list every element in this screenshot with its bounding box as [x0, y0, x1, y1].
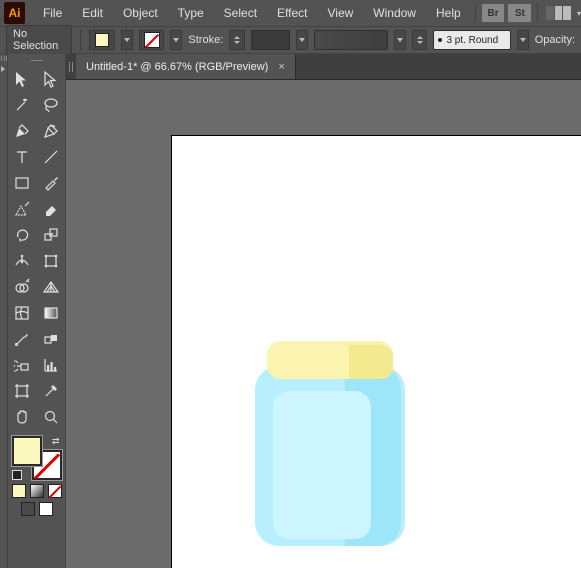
stroke-weight-stepper[interactable] — [229, 30, 244, 50]
color-mode-solid[interactable] — [12, 484, 26, 498]
brush-definition-field[interactable]: 3 pt. Round — [433, 30, 510, 50]
blend-tool[interactable] — [37, 326, 66, 352]
variable-width-dropdown[interactable] — [394, 30, 406, 50]
column-graph-tool[interactable] — [37, 352, 66, 378]
curvature-tool[interactable] — [37, 118, 66, 144]
work-area: ⇄ Untitled-1* @ 66.67% (RGB/Preview) × — [0, 54, 581, 568]
fill-stroke-control[interactable]: ⇄ — [12, 436, 62, 480]
selection-status: No Selection — [6, 25, 72, 55]
stroke-color-dropdown[interactable] — [170, 30, 182, 50]
close-tab-button[interactable]: × — [278, 61, 284, 73]
artboard — [172, 136, 581, 568]
artboard-tool[interactable] — [8, 378, 37, 404]
eraser-tool[interactable] — [37, 196, 66, 222]
document-area: Untitled-1* @ 66.67% (RGB/Preview) × — [66, 54, 581, 568]
swap-fill-stroke-icon[interactable]: ⇄ — [52, 436, 60, 447]
stroke-label: Stroke: — [188, 34, 223, 46]
stroke-swatch-button[interactable] — [139, 30, 165, 50]
stroke-weight-field[interactable] — [251, 30, 290, 50]
line-segment-tool[interactable] — [37, 144, 66, 170]
document-tab[interactable]: Untitled-1* @ 66.67% (RGB/Preview) × — [76, 54, 296, 79]
rectangle-tool[interactable] — [8, 170, 37, 196]
lasso-tool[interactable] — [37, 92, 66, 118]
panel-collapse-strip[interactable] — [0, 54, 8, 568]
selection-tool[interactable] — [8, 66, 37, 92]
menu-view[interactable]: View — [318, 2, 364, 24]
menu-select[interactable]: Select — [214, 2, 267, 24]
app-logo: Ai — [4, 2, 25, 24]
stock-button[interactable]: St — [508, 4, 531, 22]
paintbrush-tool[interactable] — [37, 170, 66, 196]
brush-dropdown[interactable] — [517, 30, 529, 50]
workspace-layout-toggle[interactable] — [546, 6, 571, 20]
fill-color-large[interactable] — [12, 436, 42, 466]
screen-mode-row — [8, 502, 65, 516]
jar-artwork — [255, 341, 405, 546]
mesh-tool[interactable] — [8, 300, 37, 326]
symbol-sprayer-tool[interactable] — [8, 352, 37, 378]
zoom-tool[interactable] — [37, 404, 66, 430]
toolbox: ⇄ — [8, 54, 66, 568]
options-bar: No Selection Stroke: 3 pt. Round Opacity… — [0, 26, 581, 54]
hand-tool[interactable] — [8, 404, 37, 430]
free-transform-tool[interactable] — [37, 248, 66, 274]
opacity-label: Opacity: — [535, 34, 575, 46]
shape-builder-tool[interactable] — [8, 274, 37, 300]
menu-bar: Ai File Edit Object Type Select Effect V… — [0, 0, 581, 26]
color-mode-row — [8, 484, 65, 498]
bridge-button[interactable]: Br — [482, 4, 505, 22]
toolbox-grip[interactable] — [8, 54, 65, 66]
gradient-tool[interactable] — [37, 300, 66, 326]
draw-mode-normal[interactable] — [21, 502, 35, 516]
perspective-grid-tool[interactable] — [37, 274, 66, 300]
tab-strip: Untitled-1* @ 66.67% (RGB/Preview) × — [66, 54, 581, 80]
menu-file[interactable]: File — [33, 2, 72, 24]
fill-color-icon — [95, 33, 109, 47]
eyedropper-tool[interactable] — [8, 326, 37, 352]
no-stroke-icon — [144, 32, 160, 48]
magic-wand-tool[interactable] — [8, 92, 37, 118]
pen-tool[interactable] — [8, 118, 37, 144]
menu-window[interactable]: Window — [363, 2, 426, 24]
menu-effect[interactable]: Effect — [267, 2, 317, 24]
brush-stepper[interactable] — [412, 30, 427, 50]
default-fill-stroke-icon[interactable] — [12, 470, 22, 480]
canvas[interactable] — [66, 80, 581, 568]
menu-help[interactable]: Help — [426, 2, 471, 24]
rotate-tool[interactable] — [8, 222, 37, 248]
menu-type[interactable]: Type — [168, 2, 214, 24]
type-tool[interactable] — [8, 144, 37, 170]
menu-edit[interactable]: Edit — [72, 2, 113, 24]
menu-object[interactable]: Object — [113, 2, 168, 24]
variable-width-profile[interactable] — [314, 30, 388, 50]
stroke-weight-dropdown[interactable] — [296, 30, 308, 50]
slice-tool[interactable] — [37, 378, 66, 404]
draw-mode-behind[interactable] — [39, 502, 53, 516]
brush-preview-icon — [438, 38, 442, 42]
color-mode-gradient[interactable] — [30, 484, 44, 498]
brush-name: 3 pt. Round — [446, 35, 498, 46]
fill-swatch-button[interactable] — [89, 30, 115, 50]
tab-strip-grip[interactable] — [66, 54, 76, 79]
width-tool[interactable] — [8, 248, 37, 274]
document-tab-title: Untitled-1* @ 66.67% (RGB/Preview) — [86, 61, 268, 73]
direct-selection-tool[interactable] — [37, 66, 66, 92]
workspace-dropdown-icon[interactable]: ▾ — [577, 9, 581, 18]
shaper-tool[interactable] — [8, 196, 37, 222]
fill-dropdown[interactable] — [121, 30, 133, 50]
color-mode-none[interactable] — [48, 484, 62, 498]
scale-tool[interactable] — [37, 222, 66, 248]
